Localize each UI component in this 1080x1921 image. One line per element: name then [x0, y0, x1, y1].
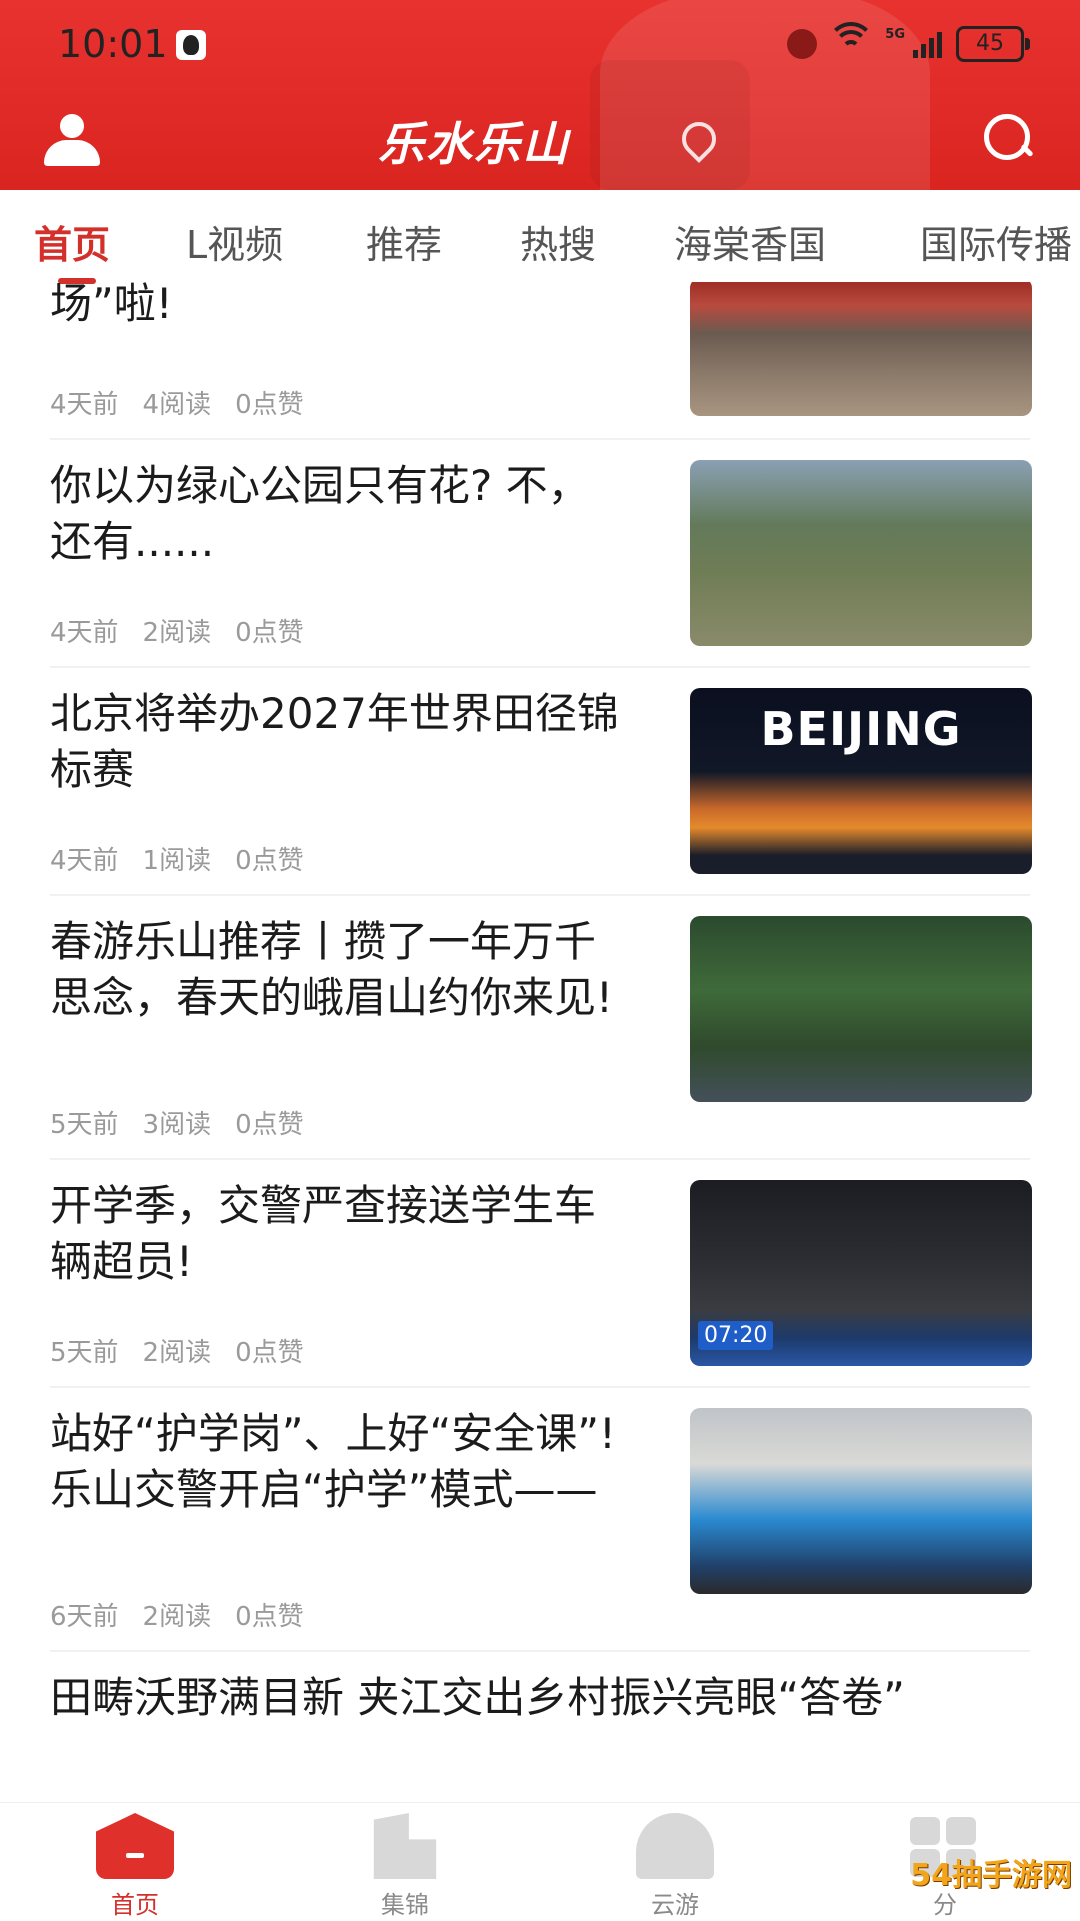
thumbnail-caption: BEIJING	[760, 702, 962, 756]
article-likes: 0点赞	[235, 846, 304, 876]
app-header: 10:01 5G 45 乐水乐山	[0, 0, 1080, 190]
news-feed[interactable]: 场”啦! 4天前 4阅读 0点赞 你以为绿心公园只有花? 不，还有...... 4天…	[0, 282, 1080, 1802]
article-thumbnail[interactable]	[690, 282, 1032, 416]
building-icon	[373, 1813, 437, 1879]
thumbnail-caption: 07:20	[698, 1321, 774, 1350]
article-reads: 2阅读	[142, 1338, 212, 1368]
wifi-icon	[827, 22, 876, 58]
nav-home[interactable]: 首页	[0, 1803, 270, 1921]
article-title[interactable]: 站好“护学岗”、上好“安全课”! 乐山交警开启“护学”模式——	[50, 1406, 630, 1518]
article-likes: 0点赞	[235, 1602, 304, 1632]
article-likes: 0点赞	[235, 618, 304, 648]
article-thumbnail[interactable]	[690, 1408, 1032, 1594]
mountain-icon	[636, 1813, 714, 1879]
article-thumbnail[interactable]	[690, 916, 1032, 1102]
search-icon[interactable]	[984, 114, 1034, 162]
article-meta: 4天前 2阅读 0点赞	[50, 612, 328, 649]
divider	[50, 1158, 1030, 1160]
alarm-icon	[787, 29, 818, 59]
app-logo: 乐水乐山	[378, 117, 570, 171]
signal-icon	[913, 30, 942, 58]
status-icons: 5G 45	[787, 22, 1030, 62]
nav-label: 云游	[651, 1891, 699, 1919]
article-time: 4天前	[50, 846, 119, 876]
battery-icon: 45	[956, 26, 1030, 62]
network-type: 5G	[885, 26, 905, 42]
article-meta: 5天前 2阅读 0点赞	[50, 1332, 328, 1369]
article-reads: 2阅读	[142, 618, 212, 648]
article-meta: 4天前 1阅读 0点赞	[50, 840, 328, 877]
divider	[50, 1650, 1030, 1652]
article-meta: 6天前 2阅读 0点赞	[50, 1596, 328, 1633]
article-likes: 0点赞	[235, 390, 304, 420]
article-time: 4天前	[50, 618, 119, 648]
tab-l-video[interactable]: L视频	[186, 214, 283, 269]
divider	[50, 894, 1030, 896]
qq-notification-icon	[176, 30, 206, 60]
article-likes: 0点赞	[235, 1110, 304, 1140]
article-reads: 1阅读	[142, 846, 212, 876]
user-profile-icon[interactable]	[44, 114, 100, 166]
article-thumbnail[interactable]	[690, 460, 1032, 646]
status-time: 10:01	[58, 22, 168, 66]
article-time: 4天前	[50, 390, 119, 420]
watermark-logo: 54抽手游网	[910, 1858, 1072, 1893]
article-thumbnail[interactable]: BEIJING	[690, 688, 1032, 874]
nav-label: 集锦	[381, 1891, 429, 1919]
article-meta: 4天前 4阅读 0点赞	[50, 384, 328, 421]
divider	[50, 438, 1030, 440]
article-thumbnail[interactable]: 07:20	[690, 1180, 1032, 1366]
status-bar: 10:01 5G 45	[0, 0, 1080, 90]
article-title[interactable]: 北京将举办2027年世界田径锦标赛	[50, 686, 630, 798]
article-title[interactable]: 春游乐山推荐丨攒了一年万千思念，春天的峨眉山约你来见!	[50, 914, 630, 1026]
article-likes: 0点赞	[235, 1338, 304, 1368]
nav-cloud-tour[interactable]: 云游	[540, 1803, 810, 1921]
nav-highlights[interactable]: 集锦	[270, 1803, 540, 1921]
tab-international[interactable]: 国际传播	[920, 214, 1072, 269]
article-title[interactable]: 开学季，交警严查接送学生车辆超员!	[50, 1178, 630, 1290]
article-reads: 4阅读	[142, 390, 212, 420]
divider	[50, 1386, 1030, 1388]
article-title[interactable]: 田畴沃野满目新 夹江交出乡村振兴亮眼“答卷”	[50, 1670, 1040, 1726]
tab-trending[interactable]: 热搜	[520, 214, 596, 269]
article-time: 5天前	[50, 1338, 119, 1368]
article-title[interactable]: 你以为绿心公园只有花? 不，还有......	[50, 458, 630, 570]
home-icon	[96, 1813, 174, 1879]
divider	[50, 666, 1030, 668]
tab-recommend[interactable]: 推荐	[366, 214, 442, 269]
category-tabs: 首页 L视频 推荐 热搜 海棠香国 国际传播	[0, 190, 1080, 282]
article-reads: 3阅读	[142, 1110, 212, 1140]
article-time: 6天前	[50, 1602, 119, 1632]
article-reads: 2阅读	[142, 1602, 212, 1632]
tab-haitang[interactable]: 海棠香国	[674, 214, 826, 269]
article-title[interactable]: 场”啦!	[50, 282, 630, 332]
tab-home[interactable]: 首页	[34, 214, 110, 269]
article-meta: 5天前 3阅读 0点赞	[50, 1104, 328, 1141]
nav-label: 首页	[111, 1891, 159, 1919]
article-time: 5天前	[50, 1110, 119, 1140]
